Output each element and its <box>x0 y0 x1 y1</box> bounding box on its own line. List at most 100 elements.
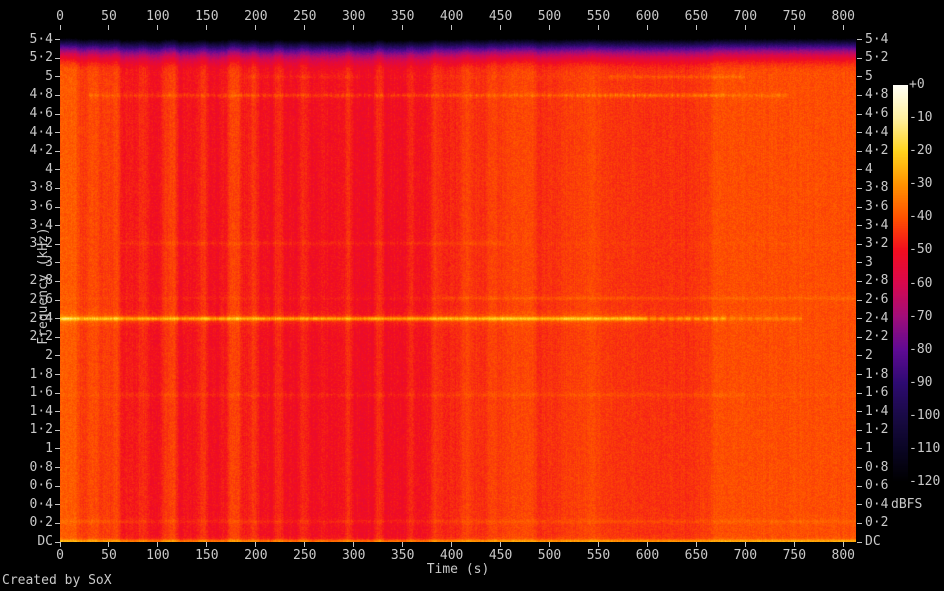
y-axis-tick-right <box>857 187 862 189</box>
y-axis-tick-right <box>857 113 862 115</box>
x-axis-tick-top <box>59 25 61 30</box>
y-axis-tick-right <box>857 522 862 524</box>
y-axis-tick-label-left: 5 <box>45 68 53 84</box>
y-axis-tick-label-right: 5·2 <box>865 50 889 66</box>
y-axis-tick-label-right: 4·8 <box>865 87 889 103</box>
y-axis-tick-left <box>55 94 60 96</box>
colorbar-gradient <box>893 85 908 483</box>
x-axis-tick-top <box>597 25 599 30</box>
y-axis-tick-label-left: 1·8 <box>29 366 53 382</box>
x-axis-tick-bottom <box>206 542 208 547</box>
y-axis-tick-label-left: 5·4 <box>29 31 53 47</box>
y-axis-tick-right <box>857 336 862 338</box>
y-axis-tick-right <box>857 132 862 134</box>
y-axis-tick-label-left: 2·2 <box>29 329 53 345</box>
colorbar-tick-label: -120 <box>909 474 941 489</box>
y-axis-tick-left <box>55 206 60 208</box>
y-axis-tick-label-right: 1·6 <box>865 385 889 401</box>
y-axis-tick-label-left: 2·6 <box>29 292 53 308</box>
y-axis-tick-left <box>55 318 60 320</box>
x-axis-tick-bottom <box>353 542 355 547</box>
y-axis-tick-label-left: 2·8 <box>29 273 53 289</box>
x-axis-tick-bottom <box>695 542 697 547</box>
y-axis-tick-right <box>857 243 862 245</box>
y-axis-tick-right <box>857 225 862 227</box>
y-axis-tick-label-right: 0·4 <box>865 496 889 512</box>
x-axis-tick-bottom <box>451 542 453 547</box>
y-axis-tick-left <box>55 76 60 78</box>
y-axis-tick-label-right: 2·8 <box>865 273 889 289</box>
y-axis-tick-left <box>55 374 60 376</box>
colorbar-tick-label: -110 <box>909 440 941 456</box>
y-axis-tick-right <box>857 262 862 264</box>
x-axis-tick-top <box>744 25 746 30</box>
y-axis-tick-left <box>55 243 60 245</box>
x-axis-tick-top <box>695 25 697 30</box>
x-axis-tick-top <box>549 25 551 30</box>
y-axis-tick-right <box>857 392 862 394</box>
x-axis-tick-top <box>402 25 404 30</box>
y-axis-tick-label-left: 3·4 <box>29 217 53 233</box>
y-axis-tick-left <box>55 169 60 171</box>
y-axis-tick-left <box>55 504 60 506</box>
y-axis-tick-label-left: 0·2 <box>29 515 53 531</box>
y-axis-tick-label-right: 4·4 <box>865 124 889 140</box>
y-axis-tick-label-right: 3 <box>865 254 873 270</box>
x-axis-tick-top <box>304 25 306 30</box>
colorbar-unit-label: dBFS <box>891 497 923 512</box>
y-axis-tick-left <box>55 355 60 357</box>
x-axis-tick-bottom <box>59 542 61 547</box>
colorbar-tick-label: -80 <box>909 341 933 357</box>
y-axis-tick-label-left: 0·4 <box>29 496 53 512</box>
y-axis-tick-right <box>857 411 862 413</box>
y-axis-tick-right <box>857 541 862 543</box>
y-axis-tick-right <box>857 429 862 431</box>
x-axis-tick-top <box>842 25 844 30</box>
y-axis-tick-right <box>857 206 862 208</box>
y-axis-tick-right <box>857 39 862 41</box>
colorbar-tick-label: -40 <box>909 209 933 225</box>
colorbar-tick-label: -60 <box>909 275 933 291</box>
y-axis-tick-label-left: 2·4 <box>29 310 53 326</box>
x-axis-tick-bottom <box>500 542 502 547</box>
y-axis-tick-label-right: 3·8 <box>865 180 889 196</box>
y-axis-tick-left <box>55 299 60 301</box>
y-axis-tick-right <box>857 150 862 152</box>
x-axis-tick-bottom <box>157 542 159 547</box>
x-axis-tick-bottom <box>108 542 110 547</box>
y-axis-tick-label-right: 2·4 <box>865 310 889 326</box>
y-axis-tick-label-right: 1 <box>865 440 873 456</box>
y-axis-tick-label-left: DC <box>37 534 53 549</box>
y-axis-tick-label-left: 1 <box>45 440 53 456</box>
y-axis-tick-left <box>55 113 60 115</box>
y-axis-tick-left <box>55 132 60 134</box>
y-axis-tick-left <box>55 541 60 543</box>
y-axis-tick-left <box>55 522 60 524</box>
x-axis-tick-bottom <box>793 542 795 547</box>
colorbar-tick-label: -30 <box>909 176 933 192</box>
y-axis-tick-label-left: 3·6 <box>29 199 53 215</box>
x-axis-tick-top <box>500 25 502 30</box>
y-axis-tick-left <box>55 467 60 469</box>
x-axis-tick-bottom <box>597 542 599 547</box>
y-axis-tick-label-left: 5·2 <box>29 50 53 66</box>
y-axis-tick-right <box>857 318 862 320</box>
y-axis-tick-label-left: 3·2 <box>29 236 53 252</box>
y-axis-tick-right <box>857 448 862 450</box>
y-axis-tick-label-right: 2·2 <box>865 329 889 345</box>
y-axis-tick-right <box>857 169 862 171</box>
y-axis-tick-label-left: 0·8 <box>29 459 53 475</box>
y-axis-tick-label-right: 5 <box>865 68 873 84</box>
y-axis-tick-label-right: DC <box>865 534 881 549</box>
y-axis-tick-right <box>857 57 862 59</box>
y-axis-tick-label-right: 1·2 <box>865 422 889 438</box>
y-axis-tick-label-left: 3 <box>45 254 53 270</box>
y-axis-tick-label-right: 5·4 <box>865 31 889 47</box>
x-axis-tick-top <box>451 25 453 30</box>
y-axis-tick-left <box>55 280 60 282</box>
x-axis-tick-bottom <box>842 542 844 547</box>
y-axis-tick-right <box>857 280 862 282</box>
x-axis-tick-label-bottom: 800 <box>831 548 855 563</box>
x-axis-tick-bottom <box>744 542 746 547</box>
y-axis-tick-label-right: 0·8 <box>865 459 889 475</box>
